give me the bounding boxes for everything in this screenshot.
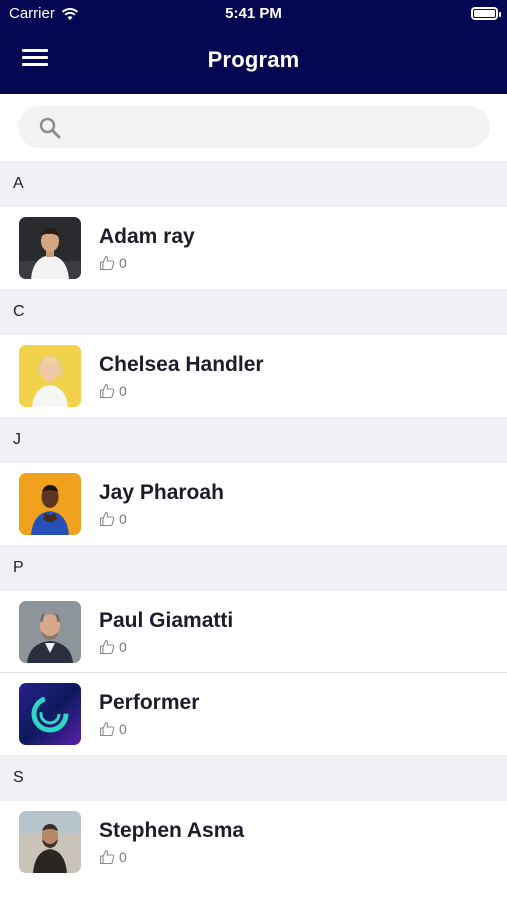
like-count-value: 0	[119, 849, 127, 865]
list-item[interactable]: Stephen Asma 0	[0, 801, 507, 883]
search-icon	[39, 117, 61, 139]
avatar-jay-pharoah	[19, 473, 81, 535]
avatar-paul-giamatti	[19, 601, 81, 663]
like-count: 0	[99, 639, 127, 655]
avatar-chelsea-handler	[19, 345, 81, 407]
section-header-s: S	[0, 755, 507, 801]
like-count: 0	[99, 849, 127, 865]
search-bar[interactable]	[18, 106, 490, 148]
list-item[interactable]: Adam ray 0	[0, 207, 507, 289]
list-item[interactable]: Jay Pharoah 0	[0, 463, 507, 545]
item-name: Jay Pharoah	[99, 481, 224, 504]
list-item[interactable]: Paul Giamatti 0	[0, 591, 507, 673]
status-bar: Carrier 5:41 PM	[0, 0, 507, 28]
thumbs-up-icon[interactable]	[99, 383, 115, 399]
thumbs-up-icon[interactable]	[99, 849, 115, 865]
clock: 5:41 PM	[225, 5, 282, 22]
item-name: Paul Giamatti	[99, 609, 234, 632]
avatar-adam-ray	[19, 217, 81, 279]
page-title: Program	[207, 47, 300, 72]
like-count: 0	[99, 721, 127, 737]
like-count: 0	[99, 383, 127, 399]
thumbs-up-icon[interactable]	[99, 255, 115, 271]
thumbs-up-icon[interactable]	[99, 639, 115, 655]
like-count: 0	[99, 255, 127, 271]
thumbs-up-icon[interactable]	[99, 721, 115, 737]
thumbs-up-icon[interactable]	[99, 511, 115, 527]
like-count-value: 0	[119, 255, 127, 271]
program-list: A Adam ray 0 C Chelsea Handler 0 J Jay P…	[0, 161, 507, 883]
section-header-j: J	[0, 417, 507, 463]
like-count: 0	[99, 511, 127, 527]
list-item[interactable]: Chelsea Handler 0	[0, 335, 507, 417]
like-count-value: 0	[119, 511, 127, 527]
like-count-value: 0	[119, 383, 127, 399]
section-header-p: P	[0, 545, 507, 591]
app-header: Carrier 5:41 PM Program	[0, 0, 507, 94]
item-name: Chelsea Handler	[99, 353, 264, 376]
item-name: Adam ray	[99, 225, 195, 248]
search-container	[0, 94, 507, 161]
battery-icon	[471, 7, 501, 20]
search-input[interactable]	[74, 106, 474, 148]
item-name: Performer	[99, 691, 200, 714]
section-header-a: A	[0, 161, 507, 207]
avatar-performer-logo	[19, 683, 81, 745]
list-item[interactable]: Performer 0	[0, 673, 507, 755]
section-header-c: C	[0, 289, 507, 335]
avatar-stephen-asma	[19, 811, 81, 873]
like-count-value: 0	[119, 639, 127, 655]
item-name: Stephen Asma	[99, 819, 245, 842]
like-count-value: 0	[119, 721, 127, 737]
